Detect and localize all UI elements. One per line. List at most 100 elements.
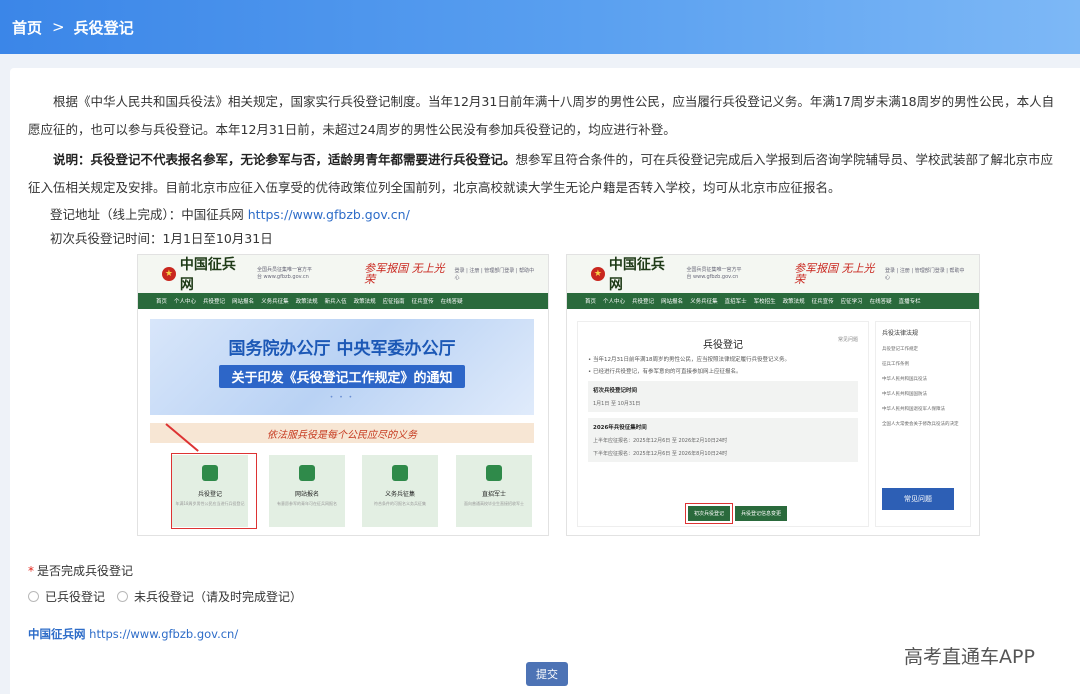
tile-sub: 面向普通高校毕业生直接招收军士: [464, 501, 524, 506]
change-registration-button: 兵役登记信息变更: [735, 506, 788, 521]
tile-conscription: 义务兵征集 符合条件的可报名义务兵征集: [362, 455, 438, 527]
top-header: 首页 > 兵役登记: [0, 0, 1080, 54]
footer-link[interactable]: 中国征兵网 https://www.gfbzb.gov.cn/: [28, 626, 238, 642]
note-paragraph: 说明：兵役登记不代表报名参军，无论参军与否，适龄男青年都需要进行兵役登记。想参军…: [28, 146, 1063, 202]
nav-item: 应征指南: [382, 299, 405, 305]
badge-icon: [299, 465, 315, 481]
site-nav: 首页 个人中心 兵役登记 网站报名 义务兵征集 直招军士 军校招生 政策法规 征…: [567, 293, 979, 309]
sidebar-item: 兵役登记工作规定: [882, 347, 918, 352]
nav-item: 征兵宣传: [811, 299, 834, 305]
watermark: 高考直通车APP: [904, 646, 1035, 668]
site-slogan: 参军报国 无上光荣: [794, 262, 875, 286]
address-label: 登记地址（线上完成）：中国征兵网: [50, 207, 244, 222]
bullet-item: • 已经进行兵役登记，有参军意向的可直接参加网上应征报名。: [588, 369, 742, 375]
register-time: 初次兵役登记时间：1月1日至10月31日: [50, 231, 273, 246]
registration-options: 已兵役登记 未兵役登记（请及时完成登记）: [28, 588, 302, 605]
submit-button[interactable]: 提交: [526, 662, 568, 686]
address-link[interactable]: https://www.gfbzb.gov.cn/: [248, 207, 410, 222]
sidebar-faq-banner: 常见问题: [882, 488, 954, 510]
intro-paragraph: 根据《中华人民共和国兵役法》相关规定，国家实行兵役登记制度。当年12月31日前年…: [28, 94, 1055, 137]
content-card: 根据《中华人民共和国兵役法》相关规定，国家实行兵役登记制度。当年12月31日前年…: [10, 68, 1080, 694]
note-bold: 说明：兵役登记不代表报名参军，无论参军与否，适龄男青年都需要进行兵役登记。: [53, 152, 516, 167]
required-mark: *: [28, 564, 34, 578]
star-icon: ★: [591, 267, 605, 281]
option-label: 未兵役登记（请及时完成登记）: [134, 590, 303, 604]
nav-item: 首页: [156, 299, 168, 305]
footer-url[interactable]: https://www.gfbzb.gov.cn/: [89, 627, 238, 641]
site-slogan: 参军报国 无上光荣: [364, 262, 445, 286]
star-icon: ★: [162, 267, 176, 281]
screenshot-homepage: ★ 中国征兵网 全国兵员征集唯一官方平台 www.gfbzb.gov.cn 参军…: [137, 254, 549, 536]
tile-label: 直招军士: [481, 491, 506, 498]
site-header: ★ 中国征兵网 全国兵员征集唯一官方平台 www.gfbzb.gov.cn 参军…: [138, 255, 548, 293]
registration-panel: 兵役登记 常见问题 • 当年12月31日前年满18周岁的男性公民，应当按照法律规…: [577, 321, 869, 527]
breadcrumb-home[interactable]: 首页: [12, 17, 42, 38]
nav-item: 网站报名: [661, 299, 684, 305]
register-address: 登记地址（线上完成）：中国征兵网 https://www.gfbzb.gov.c…: [50, 204, 410, 223]
nav-item: 政策法规: [782, 299, 805, 305]
site-subtitle: 全国兵员征集唯一官方平台 www.gfbzb.gov.cn: [256, 267, 312, 280]
banner-subtitle: 关于印发《兵役登记工作规定》的通知: [219, 364, 465, 388]
site-header: ★ 中国征兵网 全国兵员征集唯一官方平台 www.gfbzb.gov.cn 参军…: [567, 255, 979, 293]
site-subtitle: 全国兵员征集唯一官方平台 www.gfbzb.gov.cn: [686, 267, 742, 280]
panel-buttons: 初次兵役登记 兵役登记信息变更: [684, 503, 788, 524]
box-line: 1月1日 至 10月31日: [593, 401, 641, 407]
tile-sub: 符合条件的可报名义务兵征集: [374, 501, 426, 506]
box-line: 下半年应征报名：2025年12月6日 至 2026年8月10日24时: [593, 451, 728, 457]
nav-item: 在线答疑: [869, 299, 892, 305]
site-logo: 中国征兵网: [179, 257, 236, 293]
nav-item: 义务兵征集: [690, 299, 718, 305]
tile-sub: 有意愿参军的青年可在征兵网报名: [277, 501, 337, 506]
nav-item: 直招军士: [724, 299, 747, 305]
conscription-box: 2026年兵役征集时间 上半年应征报名：2025年12月6日 至 2026年2月…: [588, 418, 858, 462]
radio-registered[interactable]: [28, 591, 39, 602]
site-logo: 中国征兵网: [608, 257, 665, 293]
footer-site-name[interactable]: 中国征兵网: [28, 627, 86, 641]
sidebar-item: 中华人民共和国退役军人保障法: [882, 407, 945, 412]
option-label: 已兵役登记: [45, 590, 106, 604]
site-nav: 首页 个人中心 兵役登记 网站报名 义务兵征集 政策法规 新兵入伍 政策法规 应…: [138, 293, 548, 309]
carousel-dots: • • •: [329, 393, 355, 401]
nav-item: 在线答疑: [440, 299, 463, 305]
time-box: 初次兵役登记时间 1月1日 至 10月31日: [588, 381, 858, 412]
initial-registration-button: 初次兵役登记: [684, 503, 734, 524]
nav-item: 个人中心: [603, 299, 626, 305]
nav-item: 直播专栏: [898, 299, 921, 305]
nav-item: 网站报名: [232, 299, 255, 305]
option-not-registered[interactable]: 未兵役登记（请及时完成登记）: [117, 588, 302, 605]
tile-nco: 直招军士 面向普通高校毕业生直接招收军士: [456, 455, 532, 527]
nav-item: 个人中心: [174, 299, 197, 305]
sidebar-item: 中华人民共和国国防法: [882, 392, 927, 397]
nav-item: 政策法规: [353, 299, 376, 305]
highlight-box: [171, 453, 257, 529]
nav-item: 新兵入伍: [324, 299, 347, 305]
sidebar-item: 征兵工作条例: [882, 362, 909, 367]
faq-link: 常见问题: [837, 337, 858, 343]
breadcrumb-current: 兵役登记: [73, 18, 134, 37]
tile-signup: 网站报名 有意愿参军的青年可在征兵网报名: [269, 455, 345, 527]
tile-label: 义务兵征集: [384, 491, 415, 498]
nav-item: 军校招生: [753, 299, 776, 305]
option-registered[interactable]: 已兵役登记: [28, 588, 105, 605]
nav-item: 政策法规: [295, 299, 318, 305]
sidebar-heading: 兵役法律法规: [882, 330, 919, 337]
nav-item: 应征学习: [840, 299, 863, 305]
soldier-icon: [486, 465, 502, 481]
radio-not-registered[interactable]: [117, 591, 129, 602]
law-sidebar: 兵役法律法规 兵役登记工作规定 征兵工作条例 中华人民共和国兵役法 中华人民共和…: [875, 321, 971, 527]
person-icon: [392, 465, 408, 481]
nav-item: 义务兵征集: [261, 299, 289, 305]
header-links: 登录 | 注册 | 管理部门登录 | 帮助中心: [454, 268, 535, 281]
tile-label: 网站报名: [294, 491, 319, 498]
bullet-item: • 当年12月31日前年满18周岁的男性公民，应当按照法律规定履行兵役登记义务。: [588, 357, 790, 363]
duty-strip: 依法服兵役是每个公民应尽的义务: [150, 423, 534, 443]
sidebar-item: 全国人大常委会关于修改兵役法的决定: [882, 422, 959, 427]
nav-item: 首页: [585, 299, 597, 305]
sidebar-item: 中华人民共和国兵役法: [882, 377, 927, 382]
question-label: * 是否完成兵役登记: [28, 562, 133, 579]
breadcrumb-separator: >: [52, 18, 65, 36]
box-heading: 初次兵役登记时间: [593, 388, 638, 394]
banner-title: 国务院办公厅 中央军委办公厅: [228, 338, 456, 359]
panel-title: 兵役登记: [703, 340, 743, 351]
question-text: 是否完成兵役登记: [37, 564, 134, 578]
